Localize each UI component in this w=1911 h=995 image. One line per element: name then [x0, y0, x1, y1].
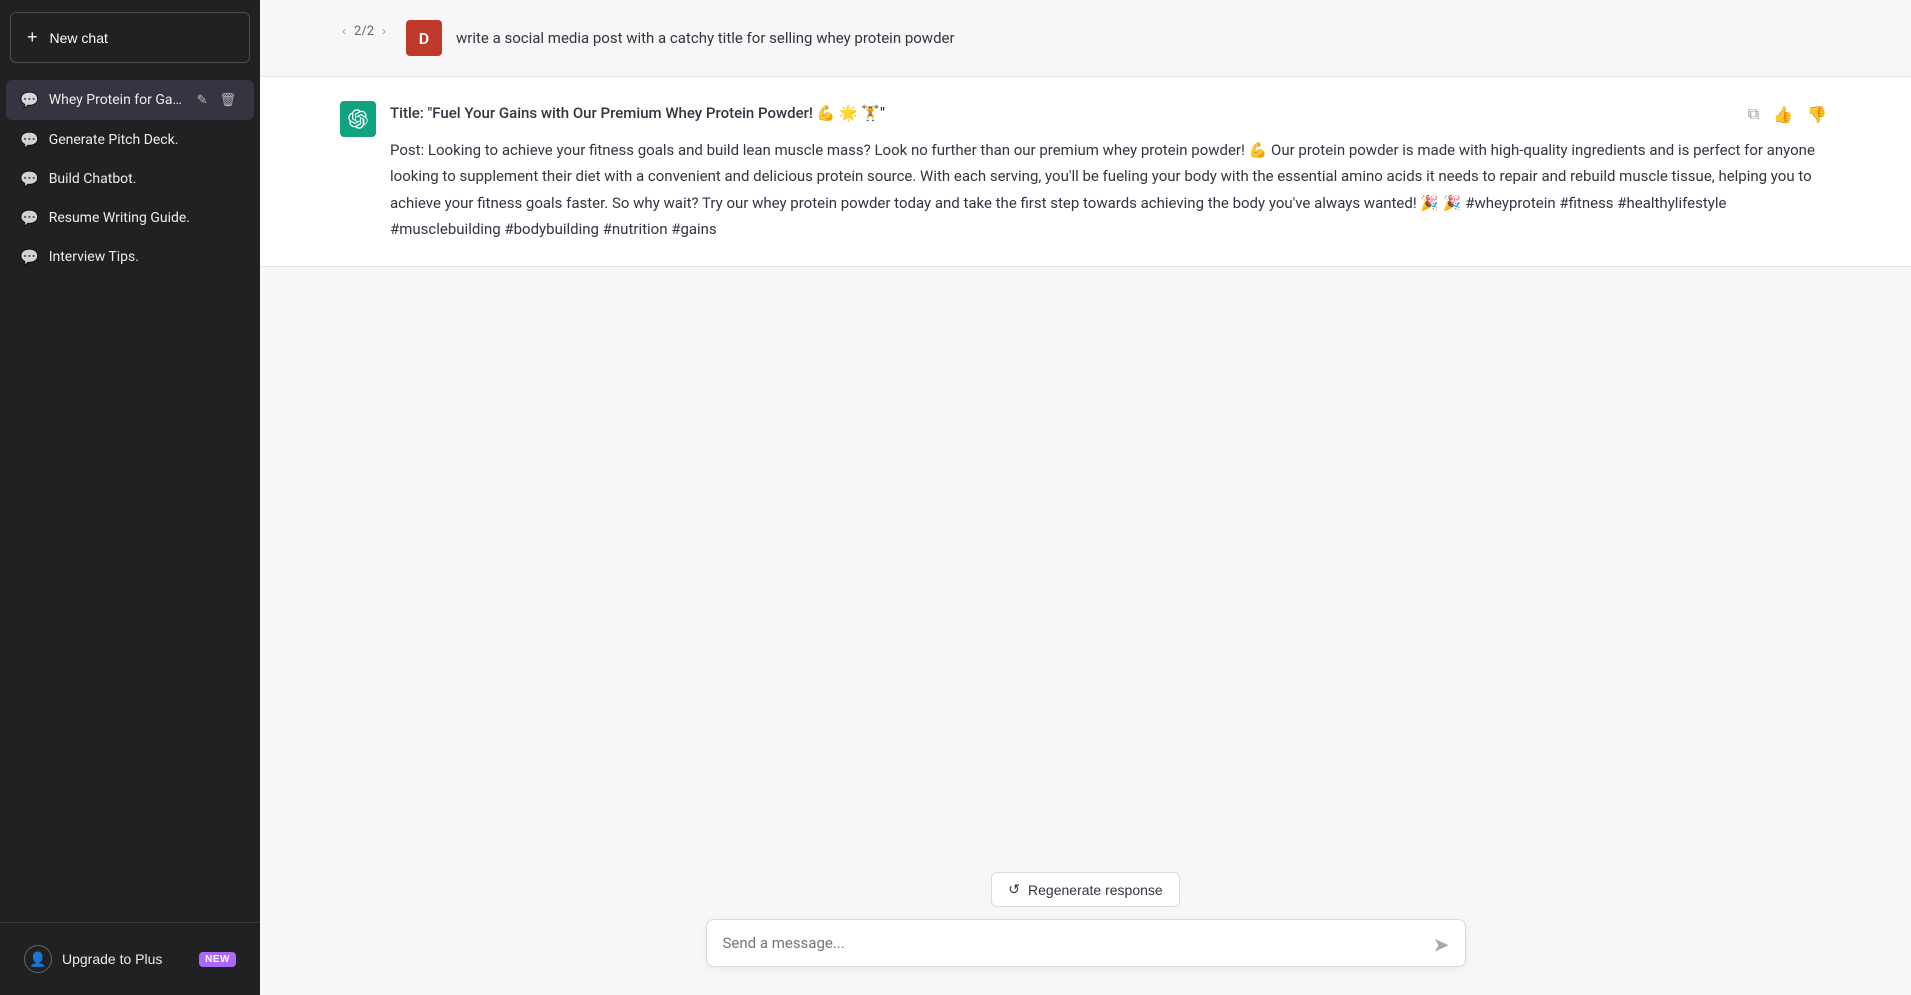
- current-page: 2: [354, 24, 361, 39]
- chat-bubble-icon: 💬: [20, 131, 39, 149]
- chat-spacer: [260, 267, 1911, 856]
- sidebar-item-label: Interview Tips.: [49, 249, 240, 265]
- chat-bubble-icon: 💬: [20, 91, 39, 109]
- prev-message-button[interactable]: ‹: [340, 22, 348, 40]
- send-icon: ➤: [1433, 933, 1450, 958]
- assistant-message-body: Post: Looking to achieve your fitness go…: [390, 137, 1831, 242]
- next-message-button[interactable]: ›: [380, 22, 388, 40]
- chat-bubble-icon: 💬: [20, 248, 39, 266]
- sidebar-item-build-chatbot[interactable]: 💬 Build Chatbot.: [6, 160, 254, 198]
- user-avatar: 👤: [24, 945, 52, 973]
- message-counter: 2/2: [354, 24, 374, 39]
- edit-chat-button[interactable]: ✎: [193, 90, 212, 110]
- new-chat-button[interactable]: + New chat: [10, 12, 250, 63]
- assistant-message-title: Title: "Fuel Your Gains with Our Premium…: [390, 101, 1831, 125]
- chat-bubble-icon: 💬: [20, 209, 39, 227]
- main-content: ‹ 2/2 › D write a social media post with…: [260, 0, 1911, 995]
- sidebar-item-interview-tips[interactable]: 💬 Interview Tips.: [6, 238, 254, 276]
- user-avatar: D: [406, 20, 442, 56]
- message-actions: ⧉ 👍 👎: [1744, 101, 1831, 129]
- sidebar-item-label: Whey Protein for Gains.: [49, 92, 183, 108]
- upgrade-label: Upgrade to Plus: [62, 951, 162, 967]
- assistant-message-row: Title: "Fuel Your Gains with Our Premium…: [260, 77, 1911, 267]
- thumbsdown-button[interactable]: 👎: [1803, 101, 1831, 129]
- input-wrapper: ➤: [706, 919, 1466, 971]
- new-badge: NEW: [199, 952, 236, 967]
- plus-icon: +: [27, 27, 38, 48]
- regenerate-label: Regenerate response: [1028, 882, 1163, 898]
- user-message-text: write a social media post with a catchy …: [456, 20, 1831, 50]
- item-actions: ✎🗑: [193, 90, 240, 110]
- sidebar-nav: 💬 Whey Protein for Gains. ✎🗑 💬 Generate Pitc…: [0, 75, 260, 922]
- sidebar-item-label: Generate Pitch Deck.: [49, 132, 240, 148]
- sidebar-item-label: Build Chatbot.: [49, 171, 240, 187]
- new-chat-label: New chat: [50, 30, 108, 46]
- message-nav: ‹ 2/2 ›: [340, 20, 388, 40]
- message-input[interactable]: [706, 919, 1466, 967]
- user-message-row: ‹ 2/2 › D write a social media post with…: [260, 0, 1911, 77]
- sidebar: + New chat 💬 Whey Protein for Gains. ✎🗑 💬 Ge…: [0, 0, 260, 995]
- chat-container: ‹ 2/2 › D write a social media post with…: [260, 0, 1911, 856]
- openai-logo-icon: [348, 109, 368, 129]
- chat-bubble-icon: 💬: [20, 170, 39, 188]
- regenerate-button[interactable]: ↺ Regenerate response: [991, 872, 1179, 907]
- user-initial: 👤: [29, 951, 46, 968]
- send-button[interactable]: ➤: [1429, 929, 1454, 962]
- sidebar-item-resume-writing[interactable]: 💬 Resume Writing Guide.: [6, 199, 254, 237]
- delete-chat-button[interactable]: 🗑: [215, 90, 240, 110]
- thumbsup-icon: 👍: [1773, 107, 1793, 124]
- sidebar-item-label: Resume Writing Guide.: [49, 210, 240, 226]
- assistant-avatar: [340, 101, 376, 137]
- assistant-message-content: Title: "Fuel Your Gains with Our Premium…: [390, 101, 1831, 242]
- thumbsup-button[interactable]: 👍: [1769, 101, 1797, 129]
- copy-button[interactable]: ⧉: [1744, 102, 1763, 128]
- sidebar-item-generate-pitch[interactable]: 💬 Generate Pitch Deck.: [6, 121, 254, 159]
- total-pages: 2: [367, 24, 374, 39]
- bottom-area: ↺ Regenerate response ➤: [260, 856, 1911, 995]
- upgrade-button[interactable]: 👤 Upgrade to Plus NEW: [10, 935, 250, 983]
- regenerate-icon: ↺: [1008, 881, 1020, 898]
- sidebar-item-whey-protein[interactable]: 💬 Whey Protein for Gains. ✎🗑: [6, 80, 254, 120]
- thumbsdown-icon: 👎: [1807, 107, 1827, 124]
- copy-icon: ⧉: [1748, 106, 1759, 123]
- sidebar-footer: 👤 Upgrade to Plus NEW: [0, 922, 260, 995]
